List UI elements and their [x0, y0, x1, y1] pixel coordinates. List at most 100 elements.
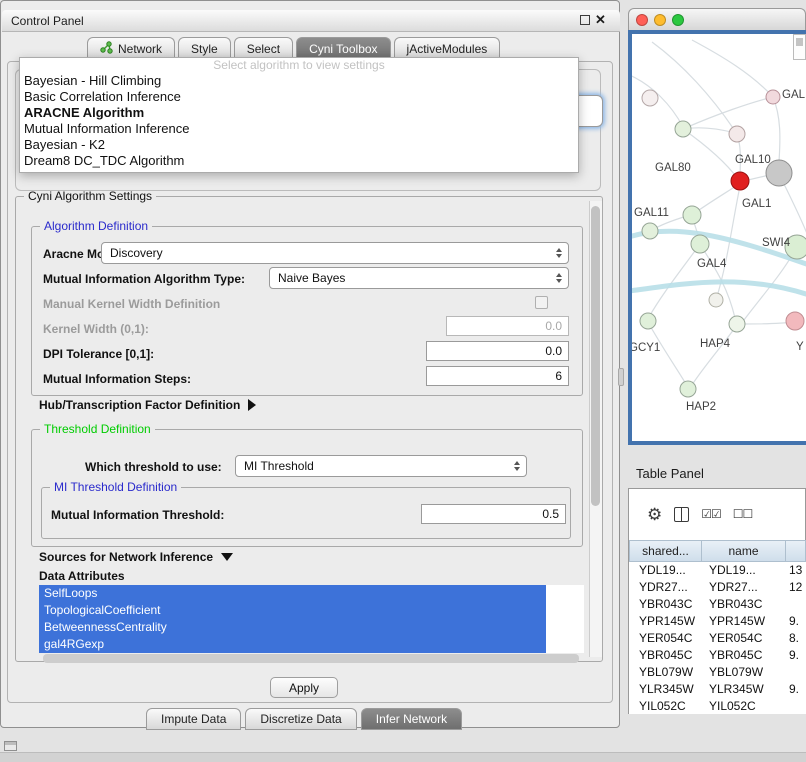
- column-header-partial[interactable]: [786, 540, 806, 562]
- columns-icon[interactable]: [674, 507, 689, 522]
- dropdown-item-selected[interactable]: ARACNE Algorithm: [20, 105, 578, 121]
- cell: YDR27...: [629, 579, 702, 596]
- table-row[interactable]: YDR27... YDR27... 12: [629, 579, 806, 596]
- cell: YIL052C: [702, 698, 786, 714]
- network-node: [642, 90, 658, 106]
- cell: YBL079W: [629, 664, 702, 681]
- cell: YBR045C: [702, 647, 786, 664]
- network-node: [640, 313, 656, 329]
- panel-splitter-handle[interactable]: [618, 368, 624, 386]
- table-row[interactable]: YIL052C YIL052C: [629, 698, 806, 714]
- cell: YBR043C: [702, 596, 786, 613]
- mi-type-label: Mutual Information Algorithm Type:: [43, 272, 245, 286]
- close-traffic-light-icon[interactable]: [636, 14, 648, 26]
- minimize-traffic-light-icon[interactable]: [654, 14, 666, 26]
- dropdown-item[interactable]: Mutual Information Inference: [20, 121, 578, 137]
- combo-stepper-icon: [550, 243, 568, 263]
- data-attributes-label: Data Attributes: [39, 569, 125, 583]
- hub-definition-toggle[interactable]: Hub/Transcription Factor Definition: [39, 398, 256, 412]
- cell: [786, 664, 806, 681]
- minimized-window-icon[interactable]: [4, 741, 17, 751]
- node-label: HAP4: [700, 338, 731, 350]
- node-label: GCY1: [632, 342, 660, 354]
- kernel-width-label: Kernel Width (0,1):: [43, 322, 149, 336]
- list-hscrollbar-thumb[interactable]: [43, 654, 579, 663]
- column-header-name[interactable]: name: [702, 540, 786, 562]
- tab-discretize-data[interactable]: Discretize Data: [245, 708, 356, 730]
- sources-toggle[interactable]: Sources for Network Inference: [39, 550, 233, 564]
- cell: YER054C: [702, 630, 786, 647]
- tab-label: Network: [118, 42, 162, 56]
- list-item[interactable]: BetweennessCentrality: [39, 619, 546, 636]
- which-threshold-combo[interactable]: MI Threshold: [235, 455, 527, 477]
- cell: 9.: [786, 647, 806, 664]
- network-window-titlebar[interactable]: [628, 8, 806, 30]
- table-row[interactable]: YDL19... YDL19... 13: [629, 562, 806, 579]
- deselect-all-icon[interactable]: ☐☐: [733, 507, 753, 521]
- network-node: [683, 206, 701, 224]
- cell: YLR345W: [629, 681, 702, 698]
- list-item[interactable]: SelfLoops: [39, 585, 546, 602]
- manual-kernel-checkbox[interactable]: [535, 296, 548, 309]
- network-canvas[interactable]: GAL GAL80 GAL10 GAL11 GAL1 SWI4 GAL4 GCY…: [632, 34, 806, 441]
- mi-steps-field[interactable]: 6: [426, 366, 569, 386]
- network-node: [691, 235, 709, 253]
- cell: YBL079W: [702, 664, 786, 681]
- group-title: Threshold Definition: [40, 422, 155, 436]
- list-item[interactable]: gal4RGexp: [39, 636, 546, 653]
- network-scrollbar-thumb[interactable]: [796, 38, 803, 46]
- combo-stepper-icon: [508, 456, 526, 476]
- group-title: Cyni Algorithm Settings: [24, 189, 156, 203]
- cell: 12: [786, 579, 806, 596]
- close-icon[interactable]: ✕: [595, 12, 606, 28]
- network-node: [729, 126, 745, 142]
- dropdown-item[interactable]: Bayesian - Hill Climbing: [20, 73, 578, 89]
- dpi-tolerance-field[interactable]: 0.0: [426, 341, 569, 361]
- table-row[interactable]: YER054C YER054C 8.: [629, 630, 806, 647]
- node-label: GAL11: [634, 207, 669, 219]
- node-label: GAL: [782, 89, 806, 101]
- mi-steps-label: Mutual Information Steps:: [43, 372, 191, 386]
- float-window-icon[interactable]: [580, 15, 590, 25]
- tab-label: Impute Data: [161, 712, 226, 726]
- cell: [786, 596, 806, 613]
- table-row[interactable]: YBR045C YBR045C 9.: [629, 647, 806, 664]
- cell: YDL19...: [629, 562, 702, 579]
- combo-value: MI Threshold: [244, 459, 314, 473]
- gear-icon[interactable]: ⚙: [647, 506, 662, 523]
- tab-infer-network[interactable]: Infer Network: [361, 708, 462, 730]
- algorithm-dropdown-popup: Select algorithm to view settings Bayesi…: [19, 57, 579, 173]
- dropdown-item[interactable]: Dream8 DC_TDC Algorithm: [20, 153, 578, 169]
- select-all-icon[interactable]: ☑☑: [701, 507, 721, 521]
- column-header-shared-name[interactable]: shared...: [629, 540, 702, 562]
- cell: 9.: [786, 681, 806, 698]
- settings-scrollbar-thumb[interactable]: [591, 206, 600, 506]
- group-title: MI Threshold Definition: [50, 480, 181, 494]
- mi-type-combo[interactable]: Naive Bayes: [269, 267, 569, 289]
- combo-value: Naive Bayes: [278, 271, 345, 285]
- dropdown-item[interactable]: Bayesian - K2: [20, 137, 578, 153]
- zoom-traffic-light-icon[interactable]: [672, 14, 684, 26]
- dropdown-placeholder: Select algorithm to view settings: [20, 58, 578, 73]
- combo-value: Discovery: [110, 246, 163, 260]
- tab-impute-data[interactable]: Impute Data: [146, 708, 241, 730]
- table-row[interactable]: YPR145W YPR145W 9.: [629, 613, 806, 630]
- node-label: GAL1: [742, 198, 771, 210]
- control-panel-titlebar[interactable]: [2, 10, 620, 32]
- control-panel-window: Control Panel ✕ Network Style Select: [0, 0, 620, 728]
- table-row[interactable]: YBL079W YBL079W: [629, 664, 806, 681]
- aracne-mode-combo[interactable]: Discovery: [101, 242, 569, 264]
- dropdown-item[interactable]: Basic Correlation Inference: [20, 89, 578, 105]
- list-item[interactable]: TopologicalCoefficient: [39, 602, 546, 619]
- network-node-highlighted: [731, 172, 749, 190]
- node-label: GAL80: [655, 162, 691, 174]
- table-row[interactable]: YLR345W YLR345W 9.: [629, 681, 806, 698]
- node-label: SWI4: [762, 237, 791, 249]
- apply-button-label: Apply: [289, 681, 319, 695]
- mi-threshold-field[interactable]: 0.5: [421, 504, 566, 524]
- apply-button[interactable]: Apply: [270, 677, 338, 698]
- kernel-width-field[interactable]: 0.0: [446, 316, 569, 336]
- table-row[interactable]: YBR043C YBR043C: [629, 596, 806, 613]
- cell: YLR345W: [702, 681, 786, 698]
- combo-stepper-icon: [550, 268, 568, 288]
